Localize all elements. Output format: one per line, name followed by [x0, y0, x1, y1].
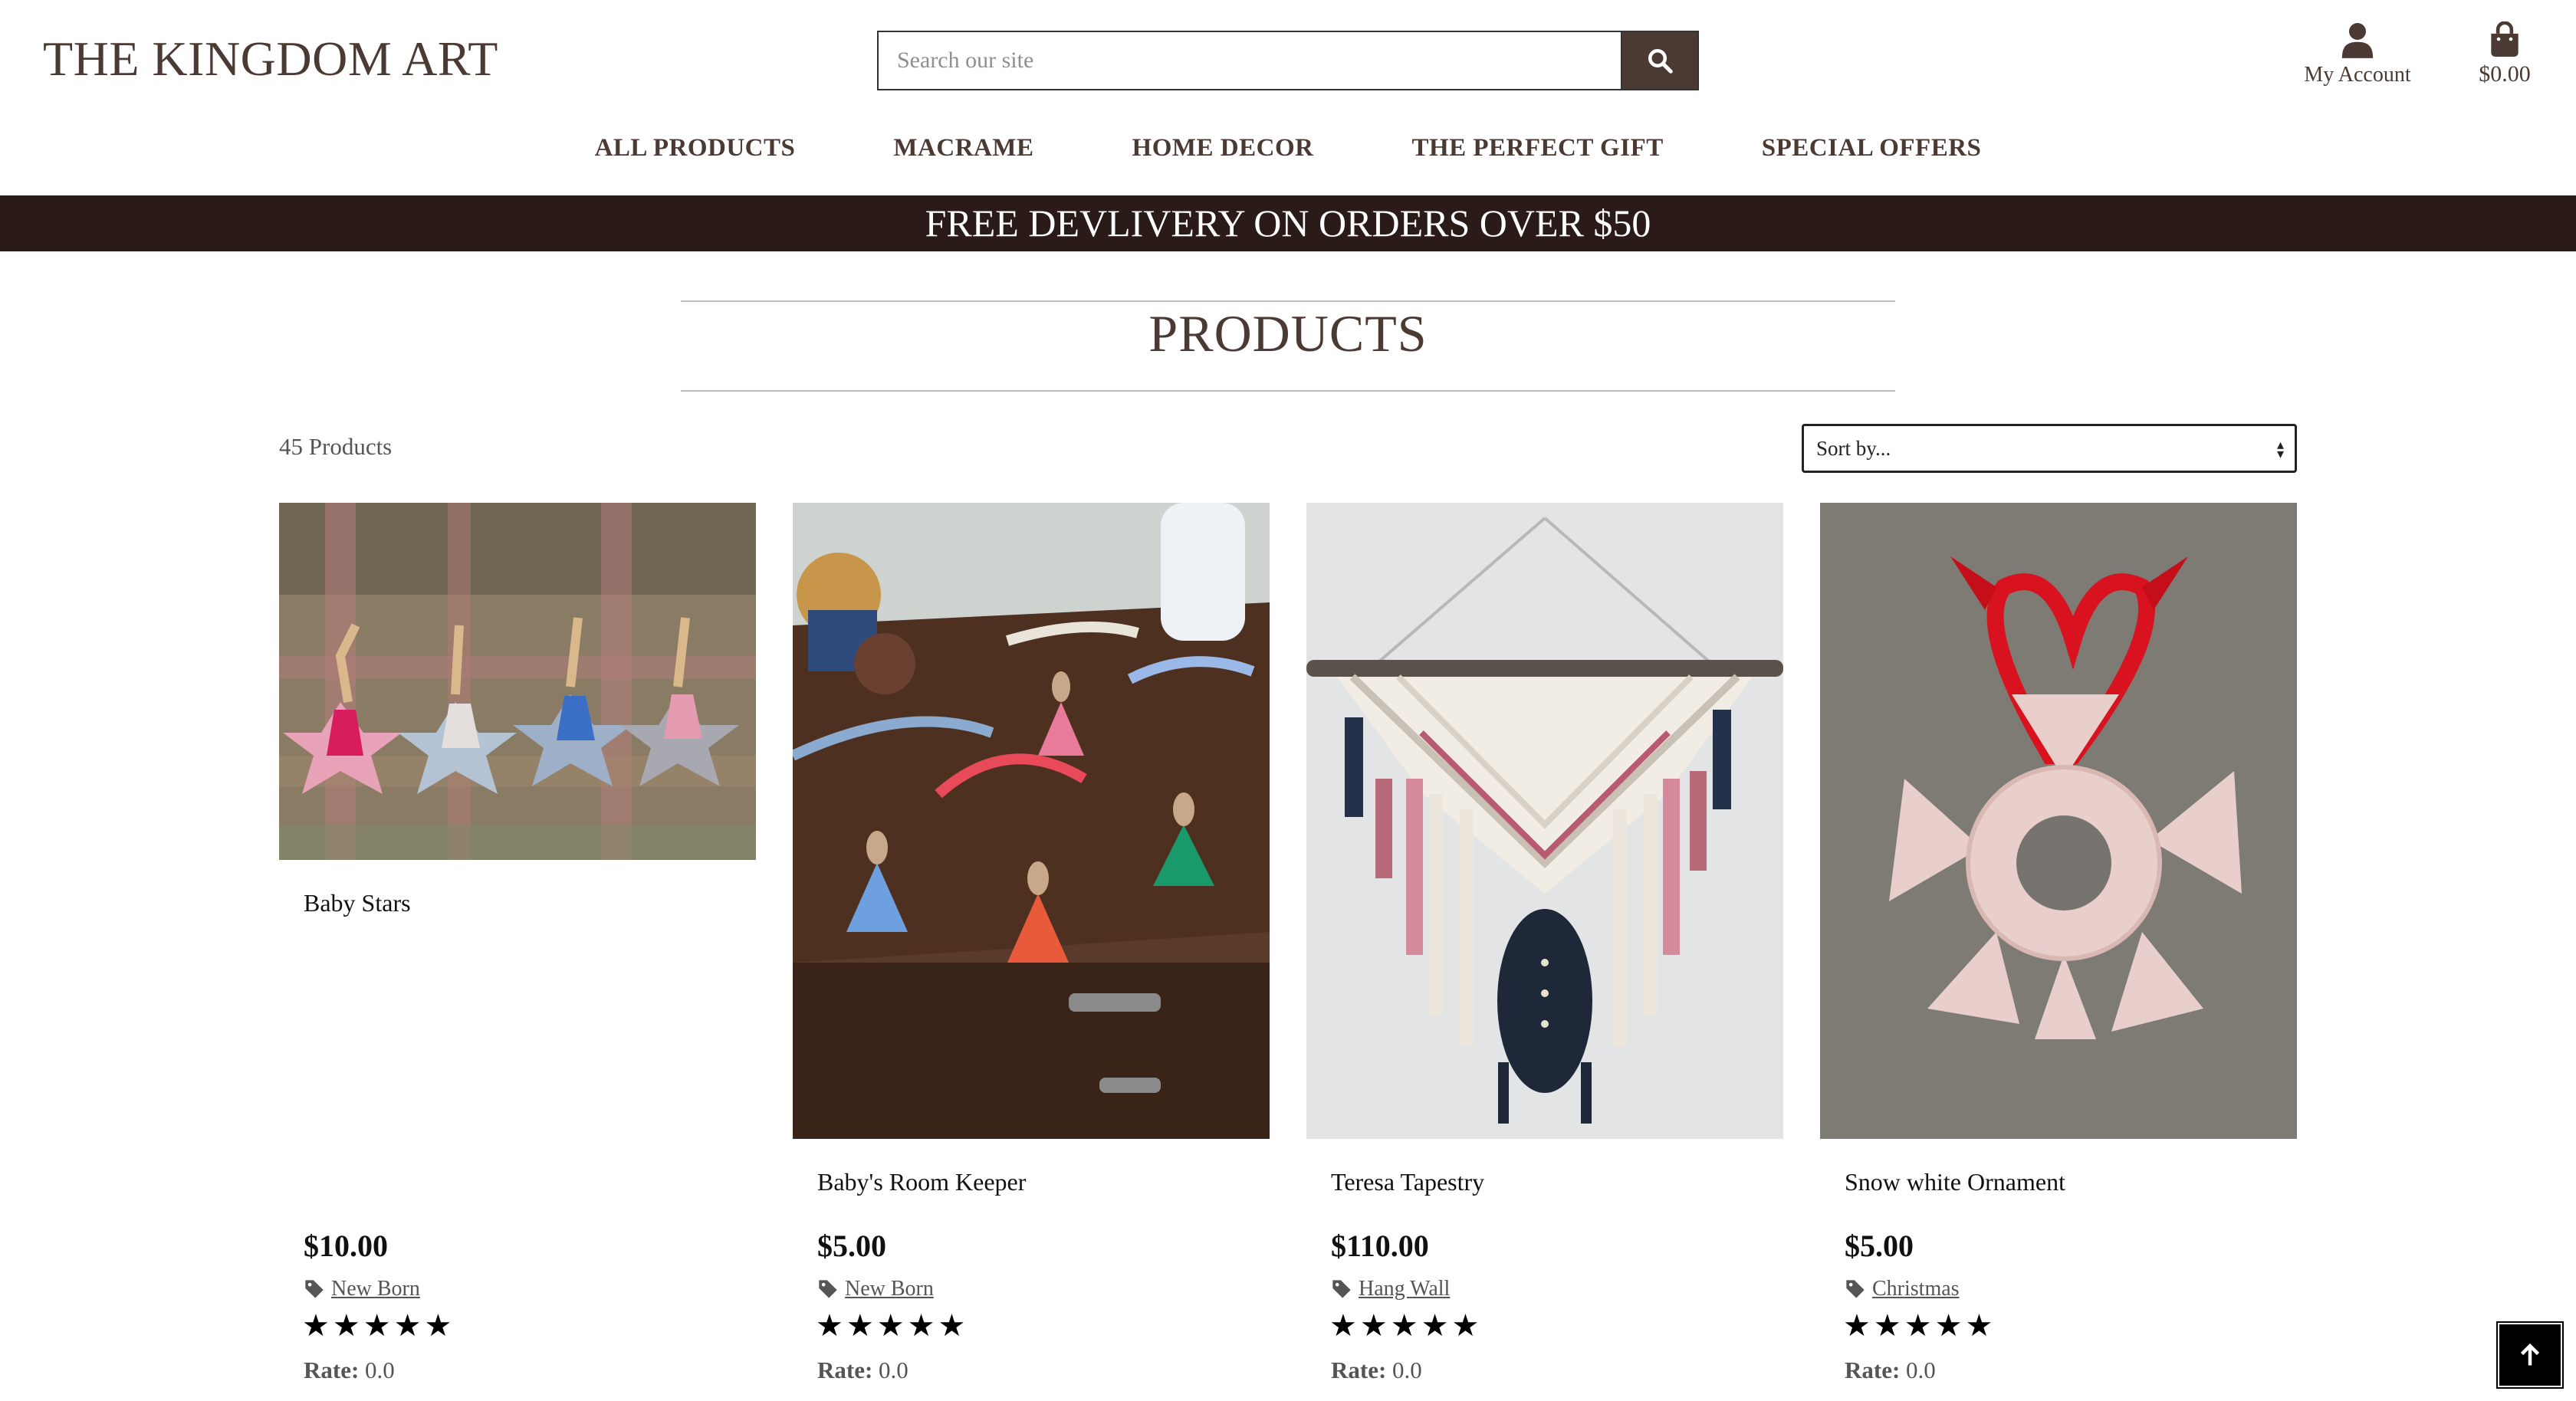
sort-select[interactable]: Sort by... ▴ ▾	[1802, 424, 2297, 473]
tag-icon	[819, 1280, 837, 1298]
arrow-up-icon	[2520, 1343, 2540, 1366]
nav-macrame[interactable]: MACRAME	[893, 134, 1033, 162]
title-divider-top	[681, 300, 1895, 302]
product-card: Teresa Tapestry $110.00 Hang Wall ★★★★★ …	[1306, 503, 1783, 1383]
product-category-label: Christmas	[1872, 1277, 1960, 1301]
tag-icon	[305, 1280, 324, 1298]
rate-label: Rate:	[817, 1357, 873, 1383]
nav-all-products[interactable]: ALL PRODUCTS	[595, 134, 796, 162]
bag-total: $0.00	[2479, 61, 2531, 87]
rating-stars: ★★★★★	[302, 1308, 455, 1343]
rating-stars: ★★★★★	[1329, 1308, 1483, 1343]
rate-value: 0.0	[879, 1357, 909, 1383]
product-count: 45 Products	[279, 433, 393, 460]
search-bar	[877, 31, 1699, 90]
product-rate: Rate: 0.0	[1845, 1357, 1936, 1384]
product-name[interactable]: Baby Stars	[304, 889, 411, 917]
product-category-label: New Born	[331, 1277, 420, 1301]
product-card: Snow white Ornament $5.00 Christmas ★★★★…	[1820, 503, 2297, 1383]
my-account-link[interactable]: My Account	[2300, 21, 2415, 87]
product-rate: Rate: 0.0	[1331, 1357, 1422, 1384]
product-category[interactable]: New Born	[304, 1277, 420, 1301]
product-price: $5.00	[817, 1229, 886, 1263]
product-category-label: New Born	[845, 1277, 934, 1301]
product-image[interactable]	[793, 503, 1270, 1139]
rate-value: 0.0	[1906, 1357, 1936, 1383]
search-button[interactable]	[1621, 31, 1699, 90]
product-card: Baby Stars $10.00 New Born ★★★★★ Rate: 0…	[279, 503, 756, 1383]
product-price: $10.00	[304, 1229, 388, 1263]
product-name[interactable]: Snow white Ornament	[1845, 1168, 2065, 1196]
rate-value: 0.0	[1392, 1357, 1422, 1383]
rate-label: Rate:	[1331, 1357, 1387, 1383]
product-card: Baby's Room Keeper $5.00 New Born ★★★★★ …	[793, 503, 1270, 1383]
product-rate: Rate: 0.0	[817, 1357, 909, 1384]
page-title: PRODUCTS	[1148, 304, 1428, 363]
product-image[interactable]	[1820, 503, 2297, 1139]
sort-selected-value: Sort by...	[1816, 437, 1891, 460]
back-to-top-button[interactable]	[2498, 1323, 2562, 1387]
site-header: THE KINGDOM ART My Account $0.00 ALL PRO…	[0, 0, 2576, 195]
product-image[interactable]	[1306, 503, 1783, 1139]
product-name[interactable]: Baby's Room Keeper	[817, 1168, 1026, 1196]
search-input[interactable]	[877, 31, 1621, 90]
shopping-bag-link[interactable]: $0.00	[2470, 21, 2539, 87]
product-category[interactable]: Hang Wall	[1331, 1277, 1450, 1301]
product-rate: Rate: 0.0	[304, 1357, 395, 1384]
rating-stars: ★★★★★	[1843, 1308, 1996, 1343]
rating-stars: ★★★★★	[816, 1308, 969, 1343]
rate-value: 0.0	[365, 1357, 395, 1383]
rate-label: Rate:	[1845, 1357, 1901, 1383]
title-divider-bottom	[681, 390, 1895, 392]
main-nav: ALL PRODUCTS MACRAME HOME DECOR THE PERF…	[0, 134, 2576, 162]
delivery-banner: FREE DEVLIVERY ON ORDERS OVER $50	[0, 195, 2576, 251]
select-arrows-icon: ▴ ▾	[2276, 437, 2284, 461]
nav-the-perfect-gift[interactable]: THE PERFECT GIFT	[1411, 134, 1663, 162]
product-image[interactable]	[279, 503, 756, 860]
tag-icon	[1332, 1280, 1351, 1298]
shopping-bag-icon	[2491, 21, 2518, 57]
nav-special-offers[interactable]: SPECIAL OFFERS	[1762, 134, 1982, 162]
tag-icon	[1846, 1280, 1865, 1298]
nav-home-decor[interactable]: HOME DECOR	[1132, 134, 1314, 162]
product-category[interactable]: New Born	[817, 1277, 934, 1301]
search-icon	[1648, 49, 1673, 74]
product-category[interactable]: Christmas	[1845, 1277, 1960, 1301]
product-name[interactable]: Teresa Tapestry	[1331, 1168, 1484, 1196]
product-category-label: Hang Wall	[1359, 1277, 1451, 1301]
site-logo[interactable]: THE KINGDOM ART	[43, 31, 498, 87]
product-price: $5.00	[1845, 1229, 1914, 1263]
my-account-label: My Account	[2304, 63, 2411, 87]
rate-label: Rate:	[304, 1357, 360, 1383]
product-price: $110.00	[1331, 1229, 1429, 1263]
user-icon	[2341, 23, 2374, 58]
